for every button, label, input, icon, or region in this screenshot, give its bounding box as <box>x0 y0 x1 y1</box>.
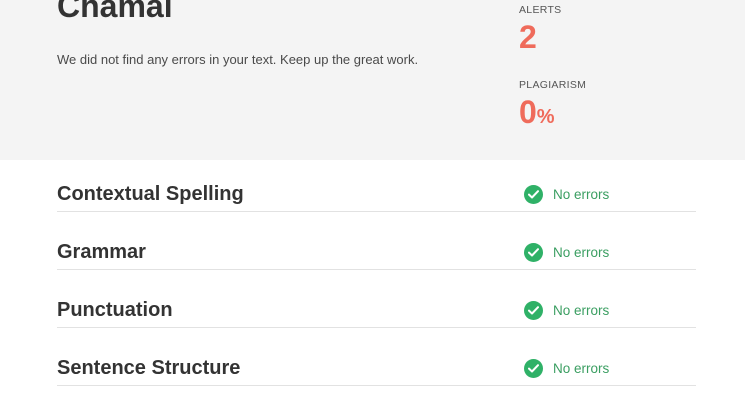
check-status-text: No errors <box>553 245 610 260</box>
row-divider <box>57 269 696 270</box>
row-divider <box>57 385 696 386</box>
check-row-sentence-structure[interactable]: Sentence Structure No errors <box>57 344 696 402</box>
check-report-page: Chamal We did not find any errors in you… <box>0 0 745 410</box>
check-circle-icon <box>524 359 543 378</box>
plagiarism-unit: % <box>536 106 555 128</box>
check-name: Punctuation <box>57 299 173 321</box>
plagiarism-value-wrap: 0% <box>519 95 586 134</box>
summary-message: We did not find any errors in your text.… <box>57 52 419 67</box>
check-name: Sentence Structure <box>57 357 241 379</box>
alerts-count: 2 <box>519 19 537 55</box>
check-status-text: No errors <box>553 303 610 318</box>
check-row-punctuation[interactable]: Punctuation No errors <box>57 286 696 344</box>
check-circle-icon <box>524 185 543 204</box>
check-status: No errors <box>524 301 609 320</box>
summary-panel: Chamal We did not find any errors in you… <box>0 0 745 160</box>
check-name: Contextual Spelling <box>57 183 244 205</box>
alerts-label: ALERTS <box>519 4 562 16</box>
check-list: Contextual Spelling No errors Grammar No… <box>57 170 696 402</box>
plagiarism-stat: PLAGIARISM 0% <box>519 79 586 134</box>
plagiarism-label: PLAGIARISM <box>519 79 587 91</box>
check-status: No errors <box>524 185 609 204</box>
check-status-text: No errors <box>553 361 610 376</box>
check-status-text: No errors <box>553 187 610 202</box>
alerts-stat: ALERTS 2 <box>519 4 561 54</box>
check-row-contextual-spelling[interactable]: Contextual Spelling No errors <box>57 170 696 228</box>
document-title: Chamal <box>57 0 173 24</box>
check-circle-icon <box>524 301 543 320</box>
check-status: No errors <box>524 359 609 378</box>
check-row-grammar[interactable]: Grammar No errors <box>57 228 696 286</box>
check-circle-icon <box>524 243 543 262</box>
row-divider <box>57 327 696 328</box>
check-name: Grammar <box>57 241 146 263</box>
plagiarism-value: 0 <box>519 94 537 130</box>
check-status: No errors <box>524 243 609 262</box>
row-divider <box>57 211 696 212</box>
